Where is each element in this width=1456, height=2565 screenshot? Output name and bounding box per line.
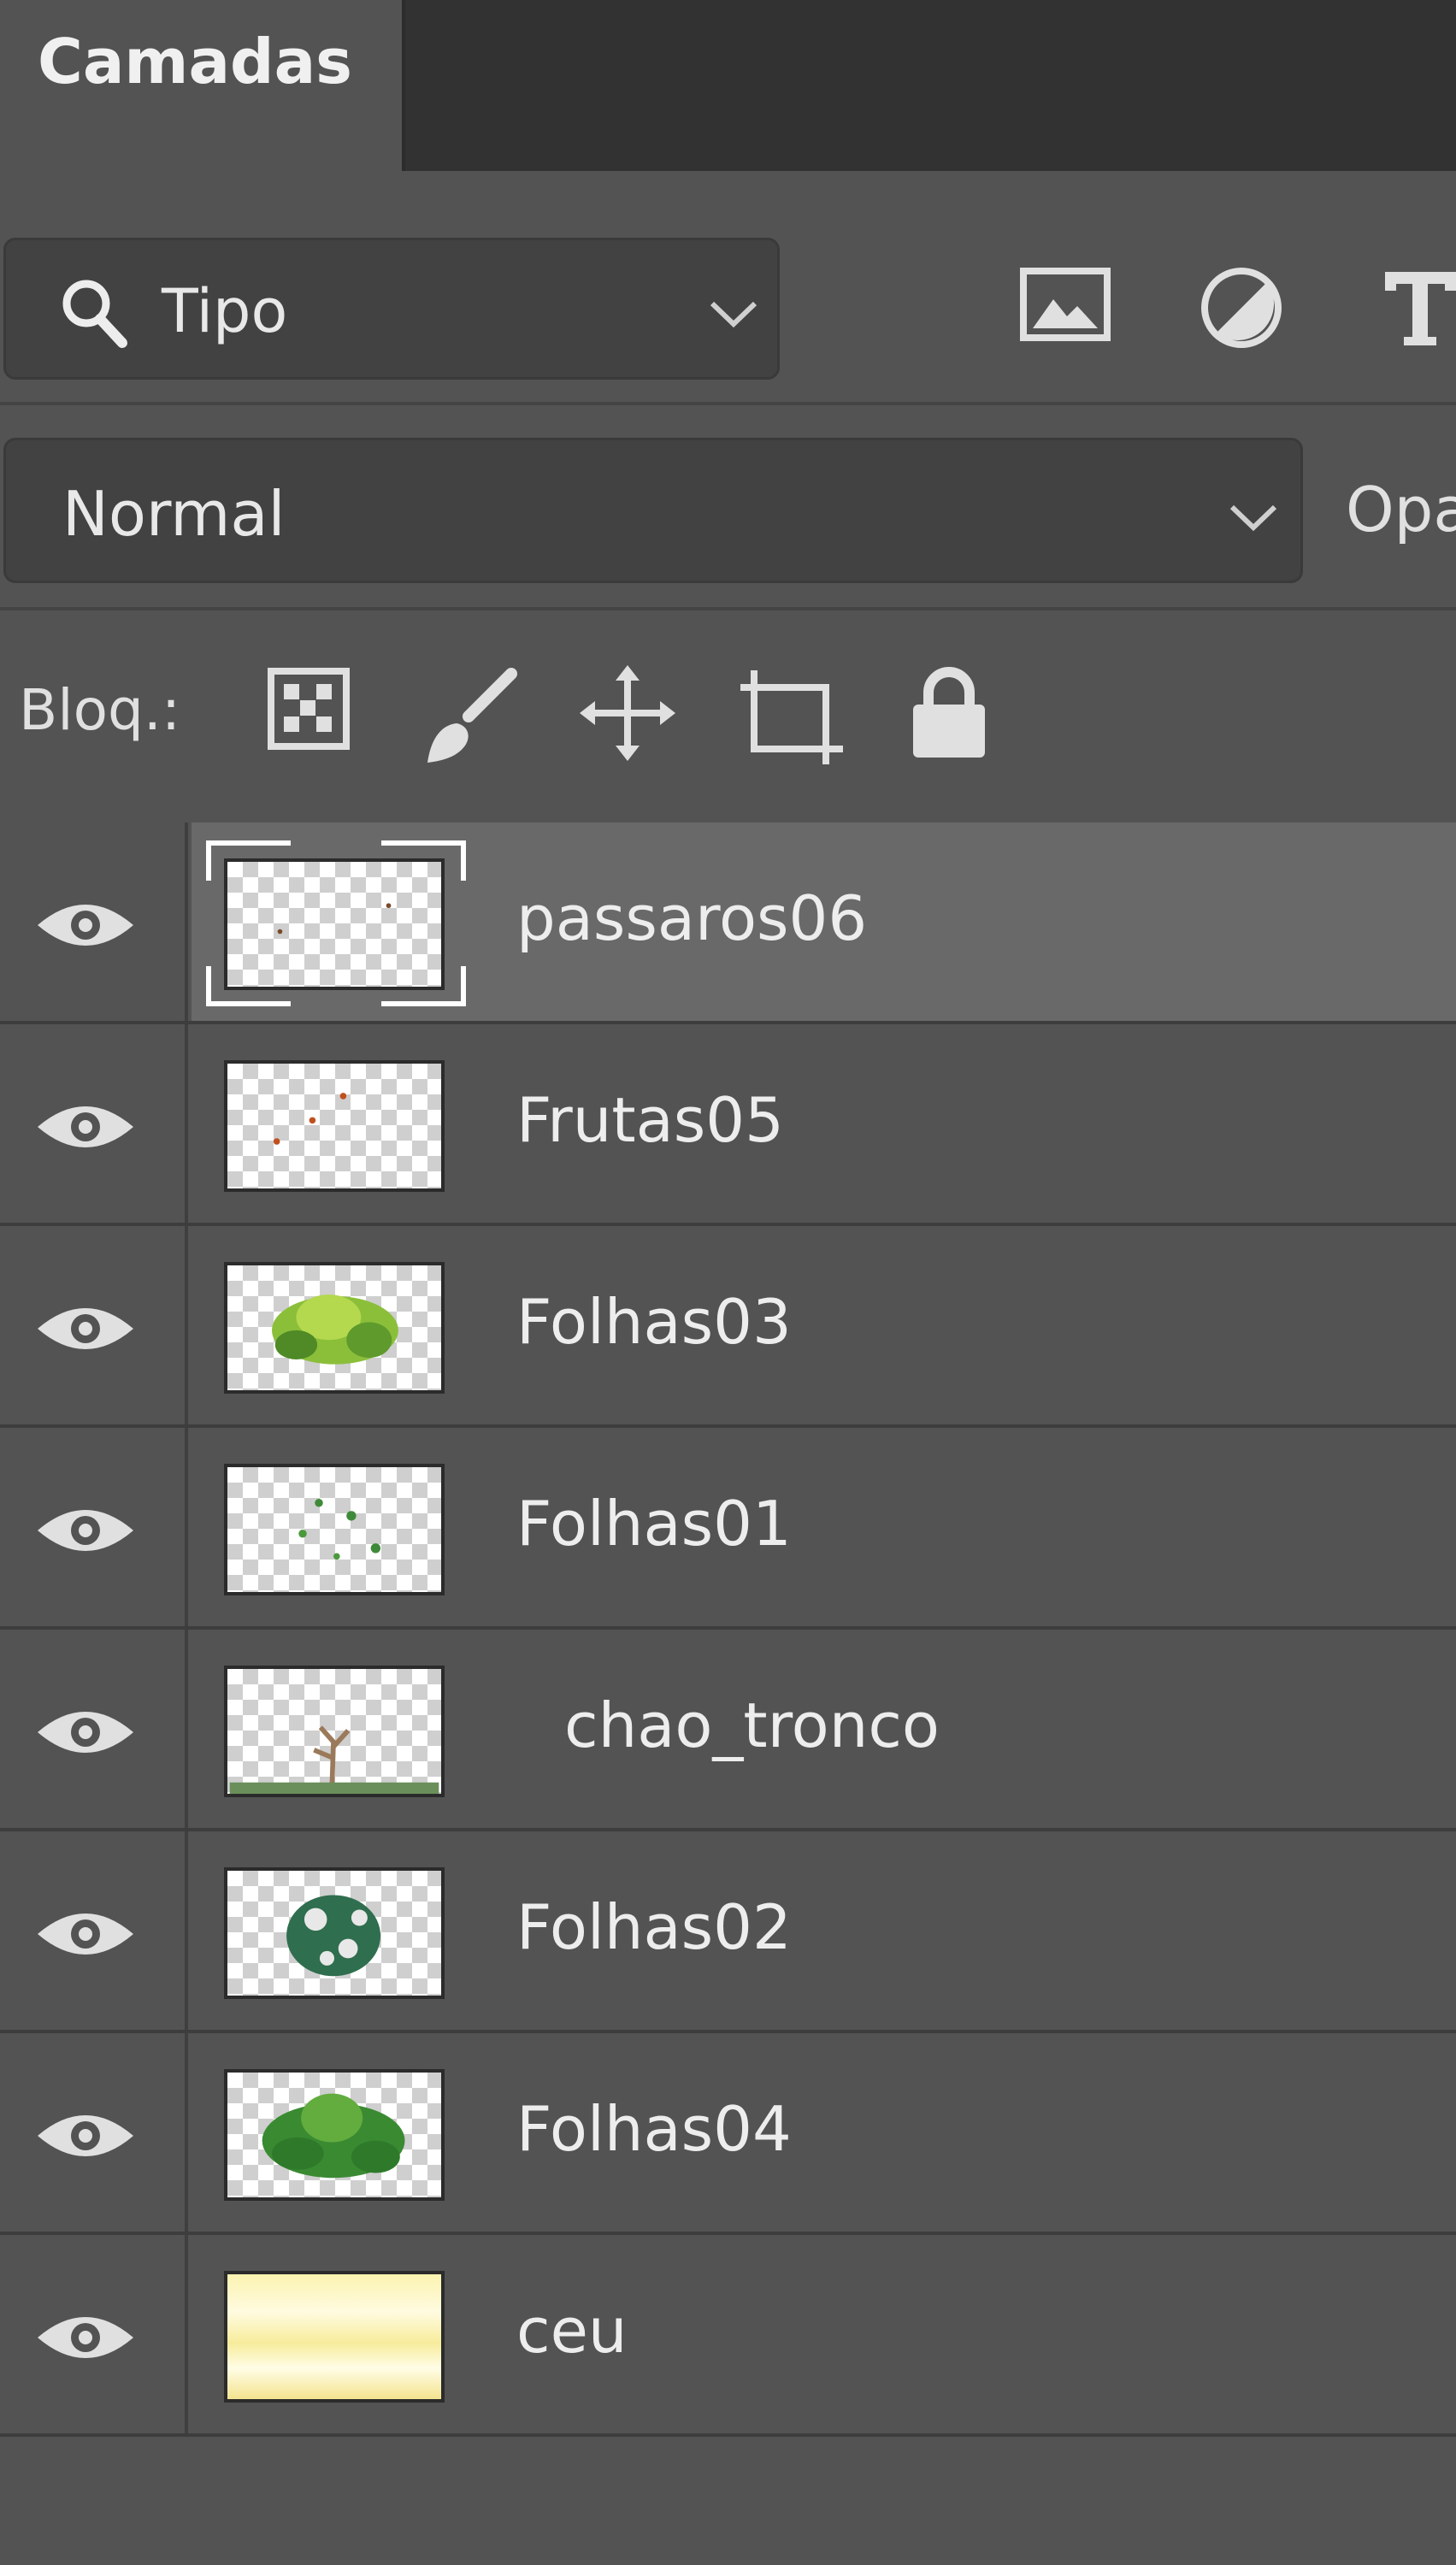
layer-name: Folhas01 [516, 1488, 792, 1560]
image-filter-icon[interactable] [1019, 267, 1111, 342]
layer-content[interactable]: chao_tronco [192, 1630, 1456, 1828]
blend-mode-label: Normal [62, 478, 286, 550]
blend-mode-dropdown[interactable]: Normal [3, 438, 1303, 583]
eye-icon [38, 905, 133, 946]
layer-thumbnail [224, 1060, 445, 1192]
tab-layers[interactable]: Camadas [0, 0, 405, 171]
layer-name: chao_tronco [564, 1689, 940, 1761]
layer-thumbnail [224, 2271, 445, 2403]
chevron-down-icon [710, 301, 757, 328]
visibility-toggle[interactable] [0, 823, 188, 1021]
layer-row[interactable]: chao_tronco [0, 1630, 1456, 1831]
layer-row[interactable]: Folhas03 [0, 1226, 1456, 1428]
layer-name: passaros06 [516, 882, 868, 954]
eye-icon [38, 1510, 133, 1551]
layer-content[interactable]: Folhas04 [192, 2033, 1456, 2232]
layer-content[interactable]: passaros06 [192, 823, 1456, 1021]
layer-content[interactable]: Folhas03 [192, 1226, 1456, 1424]
layer-name: ceu [516, 2295, 628, 2367]
visibility-toggle[interactable] [0, 1024, 188, 1223]
eye-icon [38, 1712, 133, 1753]
type-filter-icon[interactable] [1382, 268, 1456, 347]
layer-content[interactable]: Frutas05 [192, 1024, 1456, 1223]
layer-row[interactable]: passaros06 [0, 823, 1456, 1024]
layer-thumbnail [224, 1867, 445, 1999]
divider [0, 607, 1456, 610]
layer-row[interactable]: Folhas01 [0, 1428, 1456, 1630]
visibility-toggle[interactable] [0, 1831, 188, 2030]
layer-name: Folhas04 [516, 2093, 792, 2165]
lock-label: Bloq.: [19, 677, 181, 743]
layer-name: Frutas05 [516, 1084, 784, 1156]
layer-thumbnail [224, 1262, 445, 1394]
lock-all-icon[interactable] [910, 667, 988, 759]
layer-row[interactable]: Folhas04 [0, 2033, 1456, 2235]
layer-row[interactable]: ceu [0, 2235, 1456, 2437]
layer-content[interactable]: Folhas01 [192, 1428, 1456, 1626]
layer-name: Folhas03 [516, 1286, 792, 1358]
divider [0, 402, 1456, 405]
layer-filter-dropdown[interactable]: Tipo [3, 238, 780, 380]
lock-artboard-icon[interactable] [739, 667, 845, 766]
panel-tab-bar: Camadas [0, 0, 1456, 171]
eye-icon [38, 2115, 133, 2156]
lock-image-pixels-icon[interactable] [422, 663, 522, 766]
eye-icon [38, 1913, 133, 1955]
layer-thumbnail [224, 1464, 445, 1595]
layer-thumbnail [224, 1666, 445, 1797]
layer-name: Folhas02 [516, 1891, 792, 1963]
adjustment-filter-icon[interactable] [1199, 265, 1284, 351]
visibility-toggle[interactable] [0, 1226, 188, 1424]
selection-frame [206, 840, 466, 1006]
chevron-down-icon [1229, 504, 1277, 532]
opacity-label: Opa [1346, 474, 1456, 545]
layer-row[interactable]: Folhas02 [0, 1831, 1456, 2033]
visibility-toggle[interactable] [0, 2033, 188, 2232]
eye-icon [38, 1106, 133, 1147]
layer-content[interactable]: ceu [192, 2235, 1456, 2433]
layer-filter-label: Tipo [162, 276, 288, 346]
visibility-toggle[interactable] [0, 1428, 188, 1626]
eye-icon [38, 2317, 133, 2358]
visibility-toggle[interactable] [0, 2235, 188, 2433]
lock-transparent-pixels-icon[interactable] [267, 667, 351, 751]
tab-layers-label: Camadas [38, 26, 353, 97]
eye-icon [38, 1308, 133, 1349]
layer-thumbnail [224, 2069, 445, 2201]
layer-content[interactable]: Folhas02 [192, 1831, 1456, 2030]
visibility-toggle[interactable] [0, 1630, 188, 1828]
lock-position-icon[interactable] [578, 663, 677, 763]
search-icon [62, 280, 127, 348]
layer-row[interactable]: Frutas05 [0, 1024, 1456, 1226]
